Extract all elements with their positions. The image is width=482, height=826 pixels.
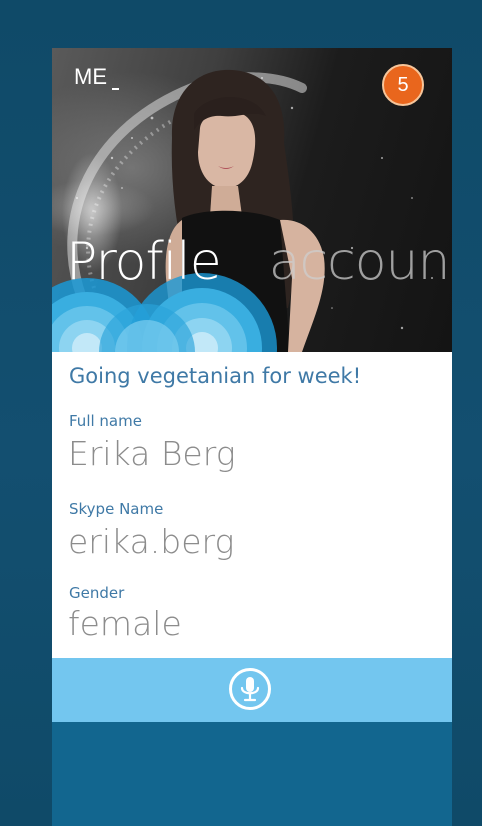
me-title: ME	[74, 64, 107, 89]
full-name-label: Full name	[69, 412, 142, 430]
microphone-button[interactable]	[229, 668, 271, 710]
me-underline	[112, 88, 119, 90]
mood-message[interactable]: Going vegetanian for week!	[69, 364, 361, 388]
notification-badge[interactable]: 5	[382, 64, 424, 106]
phone-screen: ME 5 Profile accoun Going vegetanian for …	[52, 48, 452, 826]
profile-hero: ME 5 Profile accoun	[52, 48, 452, 352]
app-bar	[52, 658, 452, 722]
profile-details: Going vegetanian for week! Full name Eri…	[52, 352, 452, 658]
skype-name-value[interactable]: erika.berg	[68, 522, 234, 561]
full-name-value[interactable]: Erika Berg	[68, 434, 236, 473]
pivot-header: Profile accoun	[66, 232, 451, 292]
skype-name-label: Skype Name	[69, 500, 164, 518]
gender-label: Gender	[69, 584, 125, 602]
pivot-item-profile[interactable]: Profile	[66, 232, 222, 292]
pivot-item-account[interactable]: accoun	[269, 232, 451, 292]
bottom-panel	[52, 722, 452, 826]
gender-value[interactable]: female	[68, 604, 182, 643]
microphone-icon	[240, 677, 260, 702]
